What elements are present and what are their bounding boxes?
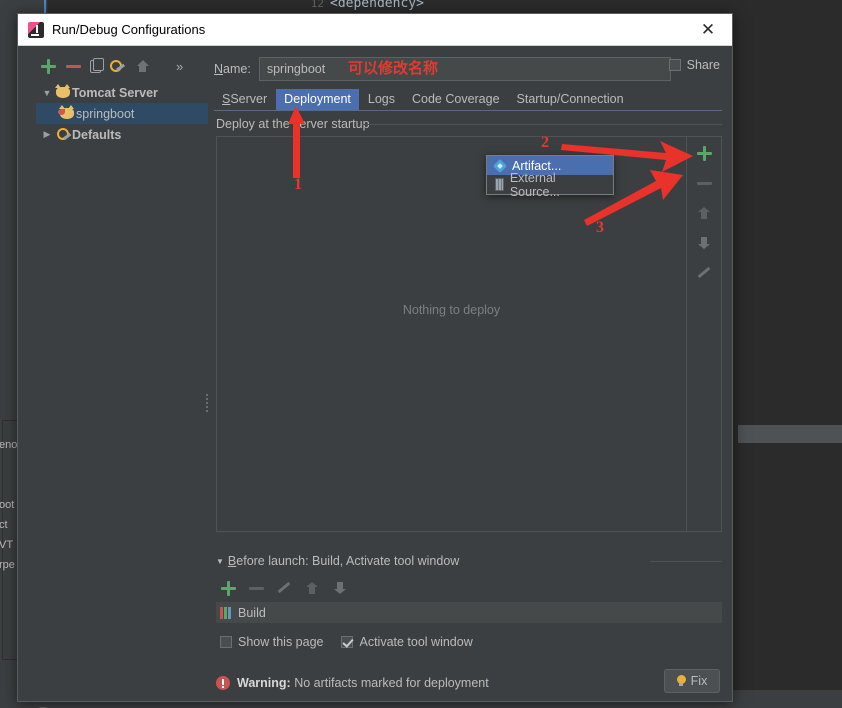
before-launch-toolbar bbox=[220, 580, 348, 596]
before-launch-label: Before launch: Build, Activate tool wind… bbox=[228, 554, 459, 568]
add-artifact-icon[interactable] bbox=[696, 145, 712, 161]
share-label: Share bbox=[687, 58, 720, 72]
dialog-titlebar: Run/Debug Configurations ✕ bbox=[18, 14, 732, 46]
configurations-toolbar: » bbox=[40, 54, 183, 78]
tab-code-coverage[interactable]: Code Coverage bbox=[404, 89, 508, 110]
panel-splitter[interactable] bbox=[204, 82, 212, 678]
tab-startup-connection[interactable]: Startup/Connection bbox=[509, 89, 632, 110]
before-launch-task-label: Build bbox=[238, 606, 266, 620]
show-this-page-label: Show this page bbox=[238, 635, 323, 649]
configuration-editor-pane: Name: Share SServer Deployment Logs Code… bbox=[212, 50, 726, 701]
left-panel-text-1: oot bbox=[0, 499, 14, 511]
overflow-chevron-icon[interactable]: » bbox=[176, 59, 183, 74]
activate-tool-window-checkbox[interactable] bbox=[341, 636, 353, 648]
artifact-icon bbox=[493, 159, 506, 172]
remove-icon bbox=[696, 175, 712, 191]
tree-item-springboot[interactable]: springboot bbox=[36, 103, 208, 124]
menu-item-external-source[interactable]: External Source... bbox=[487, 175, 613, 194]
error-icon bbox=[216, 676, 230, 690]
fix-button-label: Fix bbox=[691, 674, 708, 688]
move-up-icon[interactable] bbox=[135, 58, 151, 74]
left-panel-text-2: ct bbox=[0, 519, 8, 531]
left-panel-text-3: VT bbox=[0, 539, 13, 551]
add-icon[interactable] bbox=[220, 580, 236, 596]
left-panel-text-4: rpe bbox=[0, 559, 15, 571]
warning-row: Warning: No artifacts marked for deploym… bbox=[216, 670, 722, 696]
gear-icon bbox=[54, 128, 72, 141]
deploy-section-rule bbox=[362, 124, 722, 125]
show-this-page-checkbox[interactable] bbox=[220, 636, 232, 648]
editor-code-line-1: <dependency> bbox=[330, 0, 424, 12]
splitter-handle[interactable] bbox=[206, 392, 210, 414]
chevron-down-icon[interactable]: ▼ bbox=[40, 88, 54, 98]
menu-item-label: External Source... bbox=[510, 171, 607, 199]
move-down-icon bbox=[332, 580, 348, 596]
editor-right-strip-bottom bbox=[738, 443, 842, 708]
warning-text: Warning: No artifacts marked for deploym… bbox=[237, 676, 489, 690]
deploy-list[interactable]: Nothing to deploy bbox=[217, 137, 687, 531]
tomcat-icon bbox=[54, 87, 72, 98]
name-label: Name: bbox=[214, 62, 251, 76]
wrench-icon[interactable] bbox=[110, 58, 126, 74]
lightbulb-icon bbox=[677, 675, 686, 687]
tab-server[interactable]: SServer bbox=[214, 89, 275, 110]
name-row: Name: bbox=[214, 56, 722, 82]
editor-tabs: SServer Deployment Logs Code Coverage St… bbox=[214, 88, 722, 110]
intellij-idea-icon bbox=[28, 22, 44, 38]
remove-icon[interactable] bbox=[65, 58, 81, 74]
tabs-underline bbox=[214, 110, 722, 111]
tree-item-defaults[interactable]: ▶ Defaults bbox=[36, 124, 208, 145]
close-icon[interactable]: ✕ bbox=[688, 15, 728, 45]
deploy-list-toolbar bbox=[687, 137, 721, 531]
activate-tool-window-label: Activate tool window bbox=[359, 635, 472, 649]
dialog-title: Run/Debug Configurations bbox=[52, 22, 688, 37]
before-launch-options: Show this page Activate tool window bbox=[220, 635, 473, 649]
editor-right-strip-top bbox=[738, 0, 842, 425]
chevron-right-icon[interactable]: ▶ bbox=[40, 129, 54, 140]
tree-item-label: Tomcat Server bbox=[72, 86, 158, 100]
deploy-empty-text: Nothing to deploy bbox=[403, 303, 500, 317]
chevron-down-icon[interactable]: ▼ bbox=[216, 557, 224, 566]
share-checkbox[interactable] bbox=[669, 59, 681, 71]
add-deployment-popup-menu: Artifact... External Source... bbox=[486, 155, 614, 195]
move-up-icon bbox=[696, 205, 712, 221]
remove-icon bbox=[248, 580, 264, 596]
annotation-note-cn: 可以修改名称 bbox=[348, 57, 438, 78]
tomcat-run-icon bbox=[58, 108, 76, 119]
name-input[interactable] bbox=[259, 57, 671, 81]
before-launch-header[interactable]: ▼ Before launch: Build, Activate tool wi… bbox=[216, 554, 459, 568]
before-launch-task-row[interactable]: Build bbox=[216, 602, 722, 623]
dialog-body: » ▼ Tomcat Server springboot ▶ Defaults bbox=[18, 46, 732, 701]
deploy-section-title: Deploy at the server startup bbox=[216, 117, 370, 131]
configurations-tree: ▼ Tomcat Server springboot ▶ Defaults bbox=[36, 82, 208, 678]
tree-item-label: Defaults bbox=[72, 128, 121, 142]
add-icon[interactable] bbox=[40, 58, 56, 74]
share-checkbox-group[interactable]: Share bbox=[669, 58, 720, 72]
tree-item-tomcat-server[interactable]: ▼ Tomcat Server bbox=[36, 82, 208, 103]
show-this-page-group[interactable]: Show this page bbox=[220, 635, 323, 649]
external-source-icon bbox=[495, 178, 504, 191]
tab-logs[interactable]: Logs bbox=[360, 89, 403, 110]
activate-tool-window-group[interactable]: Activate tool window bbox=[341, 635, 472, 649]
move-up-icon bbox=[304, 580, 320, 596]
move-down-icon[interactable] bbox=[696, 235, 712, 251]
edit-pencil-icon bbox=[276, 580, 292, 596]
tab-deployment[interactable]: Deployment bbox=[276, 89, 359, 110]
copy-icon[interactable] bbox=[90, 60, 101, 73]
screen: 12 13 <dependency> <groupId>junit</group… bbox=[0, 0, 842, 708]
left-panel-text-0: eno bbox=[0, 439, 17, 451]
fix-button[interactable]: Fix bbox=[664, 669, 720, 693]
deploy-list-panel: Nothing to deploy bbox=[216, 136, 722, 532]
before-launch-rule bbox=[650, 561, 722, 562]
edit-pencil-icon[interactable] bbox=[696, 265, 712, 281]
run-debug-configurations-dialog: Run/Debug Configurations ✕ » ▼ Tomcat Se… bbox=[17, 13, 733, 702]
tree-item-label: springboot bbox=[76, 107, 134, 121]
build-icon bbox=[220, 607, 232, 619]
editor-highlight-line bbox=[738, 425, 842, 443]
